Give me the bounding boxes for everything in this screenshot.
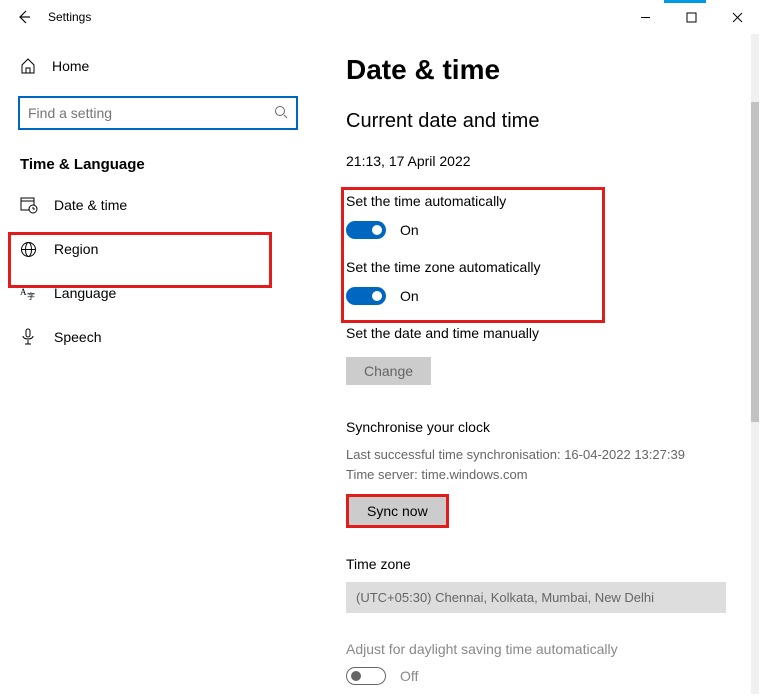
titlebar: Settings (0, 0, 760, 34)
sync-now-button[interactable]: Sync now (349, 497, 446, 525)
toggle-state: On (400, 288, 419, 304)
home-nav[interactable]: Home (0, 48, 316, 84)
home-icon (20, 58, 44, 74)
nav-item-language[interactable]: A字 Language (0, 271, 316, 315)
nav-label: Region (54, 241, 98, 257)
timezone-select[interactable]: (UTC+05:30) Chennai, Kolkata, Mumbai, Ne… (346, 582, 726, 613)
search-box[interactable] (18, 96, 298, 130)
accent-bar (664, 0, 706, 3)
sync-title: Synchronise your clock (346, 419, 730, 435)
toggle-label: Set the time zone automatically (346, 259, 730, 275)
current-datetime: 21:13, 17 April 2022 (346, 153, 730, 169)
toggle-label: Set the time automatically (346, 193, 730, 209)
change-button: Change (346, 357, 431, 385)
sync-last-text: Last successful time synchronisation: 16… (346, 445, 730, 465)
language-icon: A字 (20, 284, 44, 302)
window-title: Settings (48, 10, 91, 24)
toggle-switch-auto-time[interactable] (346, 221, 386, 239)
section-current: Current date and time (346, 110, 730, 133)
category-title: Time & Language (0, 130, 316, 183)
timezone-title: Time zone (346, 556, 730, 572)
close-button[interactable] (714, 0, 760, 34)
calendar-clock-icon (20, 196, 44, 214)
sync-server-text: Time server: time.windows.com (346, 465, 730, 485)
toggle-state: Off (400, 668, 418, 684)
toggle-switch-auto-timezone[interactable] (346, 287, 386, 305)
dst-title: Adjust for daylight saving time automati… (346, 641, 730, 657)
window-controls (622, 0, 760, 34)
sidebar: Home Time & Language Date & time Region … (0, 34, 316, 700)
manual-set-label: Set the date and time manually (346, 325, 730, 341)
maximize-button[interactable] (668, 0, 714, 34)
nav-label: Speech (54, 329, 101, 345)
annotation-highlight-sync: Sync now (346, 494, 449, 528)
toggle-auto-time: Set the time automatically On (346, 193, 730, 239)
toggle-state: On (400, 222, 419, 238)
microphone-icon (20, 328, 44, 346)
back-button[interactable] (4, 0, 44, 34)
page-title: Date & time (346, 54, 730, 86)
svg-text:字: 字 (27, 291, 35, 301)
search-icon (274, 105, 288, 122)
search-input[interactable] (28, 105, 274, 121)
nav-item-date-time[interactable]: Date & time (0, 183, 316, 227)
nav-label: Language (54, 285, 116, 301)
scrollbar-thumb[interactable] (751, 102, 759, 422)
nav-item-region[interactable]: Region (0, 227, 316, 271)
nav-item-speech[interactable]: Speech (0, 315, 316, 359)
home-label: Home (52, 58, 89, 74)
svg-text:A: A (20, 287, 27, 297)
toggle-switch-dst (346, 667, 386, 685)
globe-icon (20, 241, 44, 258)
scrollbar[interactable] (751, 34, 759, 694)
minimize-button[interactable] (622, 0, 668, 34)
toggle-auto-timezone: Set the time zone automatically On (346, 259, 730, 305)
nav-label: Date & time (54, 197, 127, 213)
content-panel: Date & time Current date and time 21:13,… (316, 34, 760, 700)
